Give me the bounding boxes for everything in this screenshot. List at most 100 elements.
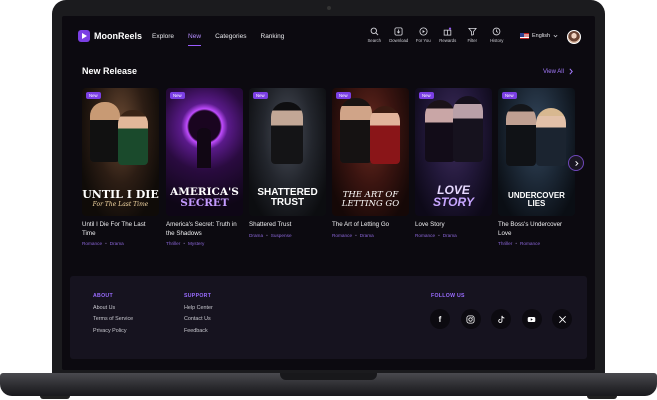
laptop-foot bbox=[587, 396, 617, 399]
search-icon bbox=[370, 27, 379, 36]
footer-link[interactable]: Feedback bbox=[184, 328, 213, 334]
carousel-next-button[interactable] bbox=[568, 155, 584, 171]
app-screen: MoonReels Explore New Categories Ranking… bbox=[62, 16, 595, 370]
footer-link[interactable]: Help Center bbox=[184, 305, 213, 311]
poster-title: SHATTERED TRUST bbox=[249, 188, 326, 208]
youtube-icon bbox=[527, 316, 536, 322]
x-button[interactable] bbox=[552, 309, 572, 329]
filter-button[interactable]: Filter bbox=[460, 27, 485, 43]
menu-item-categories[interactable]: Categories bbox=[215, 33, 246, 40]
title-card[interactable]: New UNDERCOVER LIES The Boss's Undercove… bbox=[498, 88, 575, 246]
rewards-button[interactable]: Rewards bbox=[436, 27, 461, 43]
tiktok-button[interactable] bbox=[491, 309, 511, 329]
instagram-button[interactable] bbox=[460, 309, 481, 329]
poster-title: AMERICA'S SECRET bbox=[166, 187, 243, 208]
tool-label-for-you: For You bbox=[415, 38, 431, 43]
poster-line-2: STORY bbox=[433, 195, 474, 209]
new-badge: New bbox=[336, 92, 351, 99]
card-tags: Thriller • Romance bbox=[498, 241, 575, 246]
tag[interactable]: Thriller bbox=[166, 241, 180, 246]
tag[interactable]: Drama bbox=[110, 241, 124, 246]
title-card[interactable]: New LOVE STORY Love Story Romance • Drama bbox=[415, 88, 492, 238]
card-title[interactable]: Shattered Trust bbox=[249, 221, 326, 230]
title-card[interactable]: New AMERICA'S SECRET America's Secret: T… bbox=[166, 88, 243, 246]
tag[interactable]: Drama bbox=[443, 233, 457, 238]
card-title[interactable]: The Boss's Undercover Love bbox=[498, 221, 575, 238]
toolbar: Search Download For You Rewards Filter H… bbox=[362, 27, 509, 43]
history-button[interactable]: History bbox=[485, 27, 510, 43]
card-title[interactable]: Love Story bbox=[415, 221, 492, 230]
tag-separator: • bbox=[355, 232, 357, 238]
poster-line-2: LETTING GO bbox=[341, 198, 400, 209]
poster-line-1: UNTIL I DIE bbox=[82, 188, 159, 201]
poster-image[interactable]: New UNTIL I DIE For The Last Time bbox=[82, 88, 159, 216]
download-button[interactable]: Download bbox=[387, 27, 412, 43]
tag[interactable]: Drama bbox=[360, 233, 374, 238]
poster-image[interactable]: New LOVE STORY bbox=[415, 88, 492, 216]
section-title: New Release bbox=[82, 66, 138, 76]
gift-icon bbox=[444, 27, 452, 36]
poster-image[interactable]: New THE ART OF LETTING GO bbox=[332, 88, 409, 216]
laptop-base bbox=[0, 373, 657, 396]
menu-item-explore[interactable]: Explore bbox=[152, 33, 174, 40]
tool-label-search: Search bbox=[367, 38, 382, 43]
card-tags: Romance • Drama bbox=[82, 241, 159, 246]
poster-line-2: SECRET bbox=[180, 196, 229, 209]
language-selector[interactable]: English bbox=[520, 33, 558, 39]
poster-line-2: TRUST bbox=[270, 197, 305, 208]
tag-separator: • bbox=[183, 241, 185, 246]
tag-separator: • bbox=[438, 232, 440, 238]
tag[interactable]: Romance bbox=[82, 241, 102, 246]
tag[interactable]: Suspense bbox=[271, 233, 292, 238]
card-tags: Thriller • Mystery bbox=[166, 241, 243, 246]
card-title[interactable]: America's Secret: Truth in the Shadows bbox=[166, 221, 243, 238]
youtube-button[interactable] bbox=[521, 309, 542, 329]
poster-image[interactable]: New AMERICA'S SECRET bbox=[166, 88, 243, 216]
trackpad-notch bbox=[280, 373, 377, 380]
footer: ABOUT About Us Terms of Service Privacy … bbox=[70, 276, 587, 359]
menu-item-new[interactable]: New bbox=[188, 33, 202, 46]
menu-item-ranking[interactable]: Ranking bbox=[261, 33, 285, 40]
search-button[interactable]: Search bbox=[362, 27, 387, 43]
footer-link[interactable]: Terms of Service bbox=[93, 316, 133, 322]
instagram-icon bbox=[466, 314, 475, 324]
poster-image[interactable]: New SHATTERED TRUST bbox=[249, 88, 326, 216]
card-title[interactable]: The Art of Letting Go bbox=[332, 221, 409, 230]
tool-label-download: Download bbox=[389, 38, 409, 43]
footer-about: ABOUT About Us Terms of Service Privacy … bbox=[93, 293, 133, 334]
card-tags: Romance • Drama bbox=[332, 233, 409, 238]
tag[interactable]: Drama bbox=[249, 233, 263, 238]
download-icon bbox=[394, 27, 403, 36]
title-card[interactable]: New THE ART OF LETTING GO The Art of Let… bbox=[332, 88, 409, 238]
footer-link[interactable]: About Us bbox=[93, 305, 133, 311]
tag[interactable]: Mystery bbox=[188, 241, 204, 246]
laptop-mockup: MoonReels Explore New Categories Ranking… bbox=[0, 0, 657, 400]
tag[interactable]: Romance bbox=[520, 241, 540, 246]
title-card[interactable]: New SHATTERED TRUST Shattered Trust Dram… bbox=[249, 88, 326, 238]
play-logo-icon bbox=[78, 30, 90, 42]
tool-label-rewards: Rewards bbox=[439, 38, 457, 43]
play-circle-icon bbox=[419, 27, 428, 36]
footer-link[interactable]: Contact Us bbox=[184, 316, 213, 322]
title-card[interactable]: New UNTIL I DIE For The Last Time Until … bbox=[82, 88, 159, 246]
footer-heading: ABOUT bbox=[93, 293, 113, 299]
history-icon bbox=[492, 27, 501, 36]
footer-heading: SUPPORT bbox=[184, 293, 212, 299]
facebook-button[interactable]: f bbox=[430, 309, 450, 329]
laptop-foot bbox=[40, 396, 70, 399]
new-badge: New bbox=[170, 92, 185, 99]
view-all-link[interactable]: View All bbox=[543, 68, 573, 75]
facebook-icon: f bbox=[438, 314, 442, 324]
for-you-button[interactable]: For You bbox=[411, 27, 436, 43]
avatar[interactable] bbox=[567, 30, 581, 44]
tag-separator: • bbox=[515, 241, 517, 246]
poster-image[interactable]: New UNDERCOVER LIES bbox=[498, 88, 575, 216]
footer-link[interactable]: Privacy Policy bbox=[93, 328, 133, 334]
card-title[interactable]: Until I Die For The Last Time bbox=[82, 221, 159, 238]
card-tags: Drama • Suspense bbox=[249, 233, 326, 238]
poster-title: THE ART OF LETTING GO bbox=[332, 191, 409, 208]
tag[interactable]: Thriller bbox=[498, 241, 512, 246]
tag[interactable]: Romance bbox=[415, 233, 435, 238]
brand-logo[interactable]: MoonReels bbox=[78, 30, 142, 42]
tag[interactable]: Romance bbox=[332, 233, 352, 238]
